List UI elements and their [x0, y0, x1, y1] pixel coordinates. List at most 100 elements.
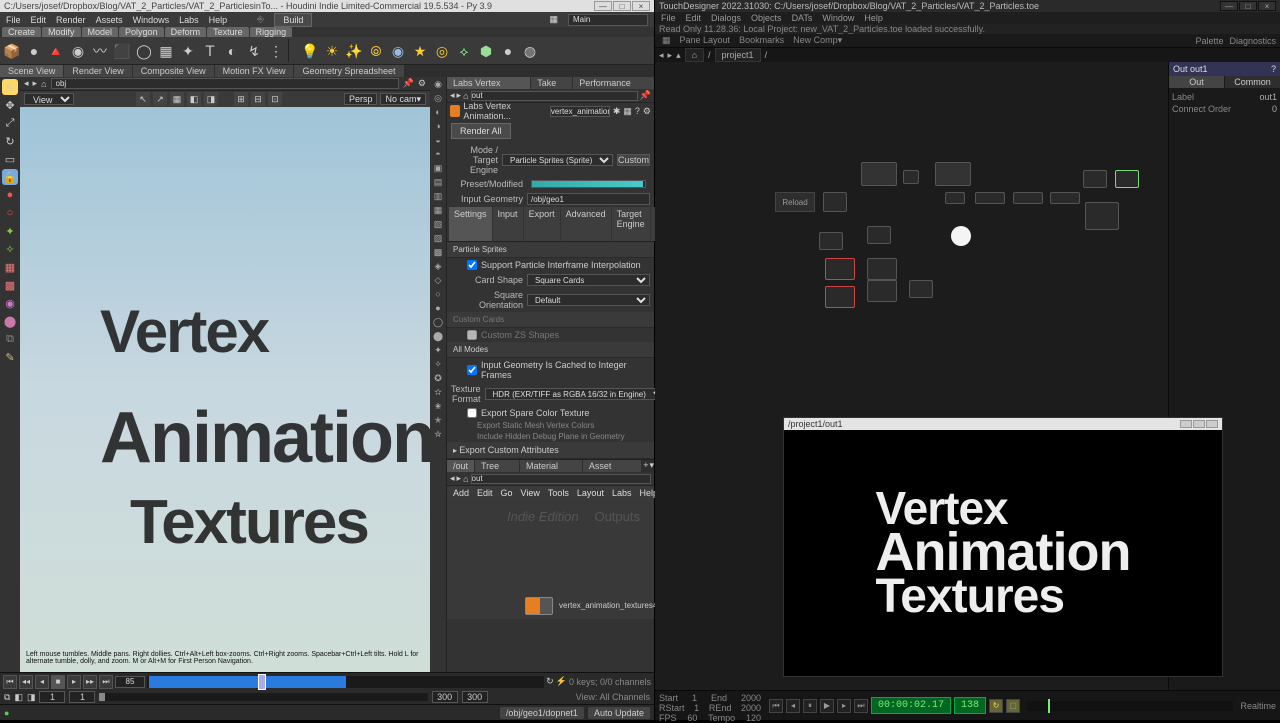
chk-spare[interactable]: [467, 408, 477, 418]
back-icon[interactable]: ◂: [659, 50, 664, 61]
disp-icon[interactable]: ▧: [432, 219, 444, 231]
tool-icon[interactable]: ▦: [2, 259, 18, 275]
td-node[interactable]: [1085, 202, 1119, 230]
td-node[interactable]: [825, 286, 855, 308]
fold-custom-attrs[interactable]: ▸ Export Custom Attributes: [447, 442, 654, 459]
range-end[interactable]: 300: [432, 691, 458, 703]
tool-icon[interactable]: ●: [24, 39, 44, 63]
help-icon[interactable]: ?: [1271, 64, 1276, 74]
shelf-tab[interactable]: Texture: [207, 27, 249, 37]
last-frame-button[interactable]: ⏭: [854, 699, 868, 713]
tab-out[interactable]: /out: [447, 460, 474, 472]
home-icon[interactable]: ⌂: [463, 91, 468, 101]
tool-icon[interactable]: ⦾: [366, 39, 386, 63]
tool-icon[interactable]: 〰: [90, 39, 110, 63]
loop-icon[interactable]: ↻: [546, 676, 554, 687]
tool-icon[interactable]: ◍: [520, 39, 540, 63]
minimize-button[interactable]: —: [1220, 1, 1238, 11]
select-tool-icon[interactable]: ↖: [2, 79, 18, 95]
menu-objects[interactable]: Objects: [751, 13, 782, 23]
step-back-button[interactable]: ◂: [786, 699, 800, 713]
net-menu[interactable]: Edit: [477, 488, 493, 498]
tool-icon[interactable]: 🔒: [2, 169, 18, 185]
close-button[interactable]: ×: [1258, 1, 1276, 11]
up-icon[interactable]: ▴: [676, 50, 681, 61]
disp-icon[interactable]: ●: [432, 303, 444, 315]
sel-icon[interactable]: ↖: [136, 92, 150, 106]
panel-tab-out[interactable]: Out: [1169, 76, 1224, 88]
pin-icon[interactable]: 📌: [640, 90, 651, 101]
tool-icon[interactable]: ✧: [2, 241, 18, 257]
shelf-tab[interactable]: Modify: [42, 27, 81, 37]
toolbar-item[interactable]: Palette: [1195, 36, 1223, 46]
minimize-button[interactable]: [1180, 420, 1192, 428]
render-all-button[interactable]: Render All: [451, 123, 511, 139]
snap-icon[interactable]: ⊞: [234, 92, 248, 106]
network-node[interactable]: [525, 597, 553, 615]
network-editor[interactable]: Indie Edition Outputs vertex_animation_t…: [447, 499, 654, 619]
maximize-button[interactable]: [1193, 420, 1205, 428]
back-icon[interactable]: ◂: [450, 90, 455, 101]
realtime-icon[interactable]: ⚡: [556, 676, 567, 687]
menu-help[interactable]: Help: [209, 15, 228, 25]
pause-button[interactable]: ⏸: [803, 699, 817, 713]
tool-icon[interactable]: 🔺: [46, 39, 66, 63]
disp-icon[interactable]: ✫: [432, 387, 444, 399]
close-button[interactable]: ×: [632, 1, 650, 11]
tool-icon[interactable]: ▭: [2, 151, 18, 167]
tool-icon[interactable]: Ｔ: [200, 39, 220, 63]
desktop-field[interactable]: [568, 14, 648, 26]
tool-icon[interactable]: ◎: [432, 39, 452, 63]
pane-menu-icon[interactable]: ▾: [649, 460, 654, 472]
input-geo-field[interactable]: [527, 193, 650, 205]
menu-labs[interactable]: Labs: [179, 15, 199, 25]
first-frame-button[interactable]: ⏮: [769, 699, 783, 713]
td-titlebar[interactable]: TouchDesigner 2022.31030: C:/Users/josef…: [655, 0, 1280, 12]
menu-assets[interactable]: Assets: [96, 15, 123, 25]
timeline-track[interactable]: [147, 676, 544, 688]
td-node[interactable]: [867, 226, 891, 244]
tool-icon[interactable]: ⬛: [112, 39, 132, 63]
step-fwd-button[interactable]: ▸▸: [83, 675, 97, 689]
toolbar-item[interactable]: Bookmarks: [736, 35, 787, 46]
tab-composite[interactable]: Composite View: [133, 65, 214, 77]
reload-button[interactable]: Reload: [775, 192, 815, 212]
flag-icon[interactable]: ✱: [613, 106, 621, 117]
pin-icon[interactable]: 📌: [403, 78, 414, 89]
menu-dialogs[interactable]: Dialogs: [711, 13, 741, 23]
disp-icon[interactable]: ✬: [432, 401, 444, 413]
close-button[interactable]: [1206, 420, 1218, 428]
layout-icon[interactable]: ▦: [659, 35, 674, 46]
disp-icon[interactable]: ▣: [432, 163, 444, 175]
timecode[interactable]: 00:00:02.17: [871, 697, 951, 714]
parm-tab-advanced[interactable]: Advanced: [561, 207, 611, 241]
disp-icon[interactable]: ◯: [432, 317, 444, 329]
gear-icon[interactable]: ⚙: [643, 106, 651, 117]
shelf-tab[interactable]: Deform: [165, 27, 207, 37]
current-frame-field[interactable]: [115, 676, 145, 688]
snap-icon[interactable]: ⊡: [268, 92, 282, 106]
chk-cached[interactable]: [467, 365, 477, 375]
net-path-field[interactable]: [471, 474, 652, 484]
play-back-button[interactable]: ◂: [35, 675, 49, 689]
fwd-icon[interactable]: ▸: [33, 78, 38, 89]
persp-select[interactable]: Persp: [344, 93, 378, 105]
disp-icon[interactable]: ▤: [432, 177, 444, 189]
tool-icon[interactable]: ↯: [244, 39, 264, 63]
play-button[interactable]: ▶: [820, 699, 834, 713]
playhead[interactable]: [1048, 699, 1050, 713]
tool-icon[interactable]: ◉: [68, 39, 88, 63]
td-node[interactable]: [903, 170, 919, 184]
help-icon[interactable]: ?: [635, 106, 640, 116]
tool-icon[interactable]: 📦: [2, 39, 22, 63]
td-node[interactable]: [867, 280, 897, 302]
status-path[interactable]: /obj/geo1/dopnet1: [500, 707, 584, 719]
td-node[interactable]: [1013, 192, 1043, 204]
tool-icon[interactable]: ⬢: [476, 39, 496, 63]
td-node[interactable]: [975, 192, 1005, 204]
param-value[interactable]: 0: [1272, 104, 1277, 114]
td-null-node[interactable]: [951, 226, 971, 246]
sel-icon[interactable]: ◨: [204, 92, 218, 106]
step-fwd-button[interactable]: ▸: [837, 699, 851, 713]
menu-dats[interactable]: DATs: [792, 13, 813, 23]
